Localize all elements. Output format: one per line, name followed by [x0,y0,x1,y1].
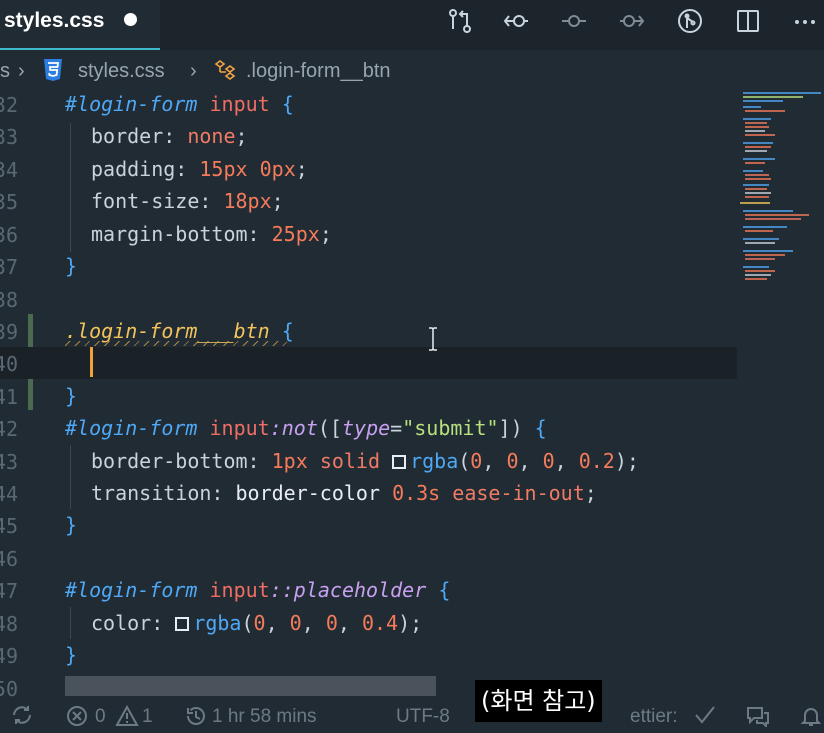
sync-icon[interactable] [10,705,34,731]
chevron-right-icon: › [18,60,25,82]
color-swatch[interactable] [175,617,190,631]
tab-title: styles.css [4,9,105,32]
tab-styles-css[interactable]: styles.css [0,0,160,50]
line-code: color: rgba(0, 0, 0, 0.4); [91,611,423,635]
go-back-icon[interactable] [501,6,531,36]
text-caret [90,347,93,377]
line-number: 44 [0,482,18,506]
error-count[interactable]: 0 [95,706,106,728]
line-code: border-bottom: 1px solid rgba(0, 0, 0, 0… [91,449,639,473]
breadcrumb-folder[interactable]: s [0,60,10,83]
line-number: 46 [0,547,18,571]
code-line: 43 border-bottom: 1px solid rgba(0, 0, 0… [0,445,740,477]
code-line: 46 [0,542,740,574]
code-line: 33 border: none; [0,120,740,152]
code-line: 44 transition: border-color 0.3s ease-in… [0,477,740,509]
line-code: } [65,384,78,408]
line-code: font-size: 18px; [91,189,284,213]
tab-bar: styles.css [0,0,824,50]
line-code: } [65,254,78,278]
coding-time[interactable]: 1 hr 58 mins [212,706,317,728]
line-number: 43 [0,450,18,474]
code-line: 49 } [0,639,740,671]
split-editor-icon[interactable] [733,6,763,36]
video-caption: (화면 참고) [475,680,602,722]
symbol-class-icon [214,60,236,80]
timeline-icon[interactable] [559,6,589,36]
line-code: margin-bottom: 25px; [91,222,332,246]
horizontal-scrollbar[interactable] [65,676,436,696]
unsaved-dot-icon[interactable] [124,13,137,26]
line-number: 40 [0,352,18,376]
line-code: } [65,513,78,537]
line-number: 36 [0,223,18,247]
warning-count[interactable]: 1 [142,706,153,728]
line-number: 48 [0,612,18,636]
color-swatch[interactable] [392,455,407,469]
breadcrumb: s › styles.css › .login-form__btn [0,56,824,88]
current-line-highlight: 40 [0,347,737,379]
code-line: 45 } [0,509,740,541]
line-number: 45 [0,514,18,538]
go-forward-icon[interactable] [617,6,647,36]
code-line: 47 #login-form input::placeholder { [0,574,740,606]
chevron-right-icon: › [190,60,197,82]
line-code: .login-form___btn { [65,319,294,343]
code-line: 38 [0,283,740,315]
mouse-ibeam-cursor-icon [429,327,437,351]
line-number: 41 [0,385,18,409]
code-line: 34 padding: 15px 0px; [0,153,740,185]
line-code: transition: border-color 0.3s ease-in-ou… [91,481,597,505]
code-line: 41 } [0,380,740,412]
line-code: #login-form input:not([type="submit"]) { [65,416,547,440]
line-number: 33 [0,125,18,149]
breadcrumb-symbol[interactable]: .login-form__btn [246,60,391,83]
prettier-indicator[interactable]: ettier: [630,706,678,728]
line-number: 39 [0,320,18,344]
css-file-icon [44,59,62,81]
line-number: 34 [0,158,18,182]
code-line: 36 margin-bottom: 25px; [0,218,740,250]
line-code: #login-form input { [65,92,294,116]
line-code: padding: 15px 0px; [91,157,308,181]
encoding-indicator[interactable]: UTF-8 [396,706,450,728]
git-lens-icon[interactable] [675,6,705,36]
line-number: 47 [0,579,18,603]
breadcrumb-file[interactable]: styles.css [78,60,165,83]
minimap[interactable] [740,88,824,288]
code-editor[interactable]: 32 #login-form input { 33 border: none; … [0,88,740,698]
code-line: 42 #login-form input:not([type="submit"]… [0,412,740,444]
line-number: 50 [0,677,18,698]
more-actions-icon[interactable] [790,6,820,36]
line-number: 37 [0,255,18,279]
line-number: 35 [0,190,18,214]
line-number: 32 [0,93,18,117]
line-number: 49 [0,644,18,668]
code-line: 37 } [0,250,740,282]
code-line: 35 font-size: 18px; [0,185,740,217]
compare-changes-icon[interactable] [445,6,475,36]
code-line: 48 color: rgba(0, 0, 0, 0.4); [0,607,740,639]
check-icon[interactable] [693,705,717,731]
lint-warning-squiggle[interactable] [65,341,287,346]
status-bar: 0 1 1 hr 58 mins UTF-8 ettier: [0,700,824,729]
line-number: 38 [0,288,18,312]
line-code: } [65,643,78,667]
code-line: 32 #login-form input { [0,88,740,120]
line-code: border: none; [91,124,248,148]
line-code: #login-form input::placeholder { [65,578,451,602]
line-number: 42 [0,417,18,441]
